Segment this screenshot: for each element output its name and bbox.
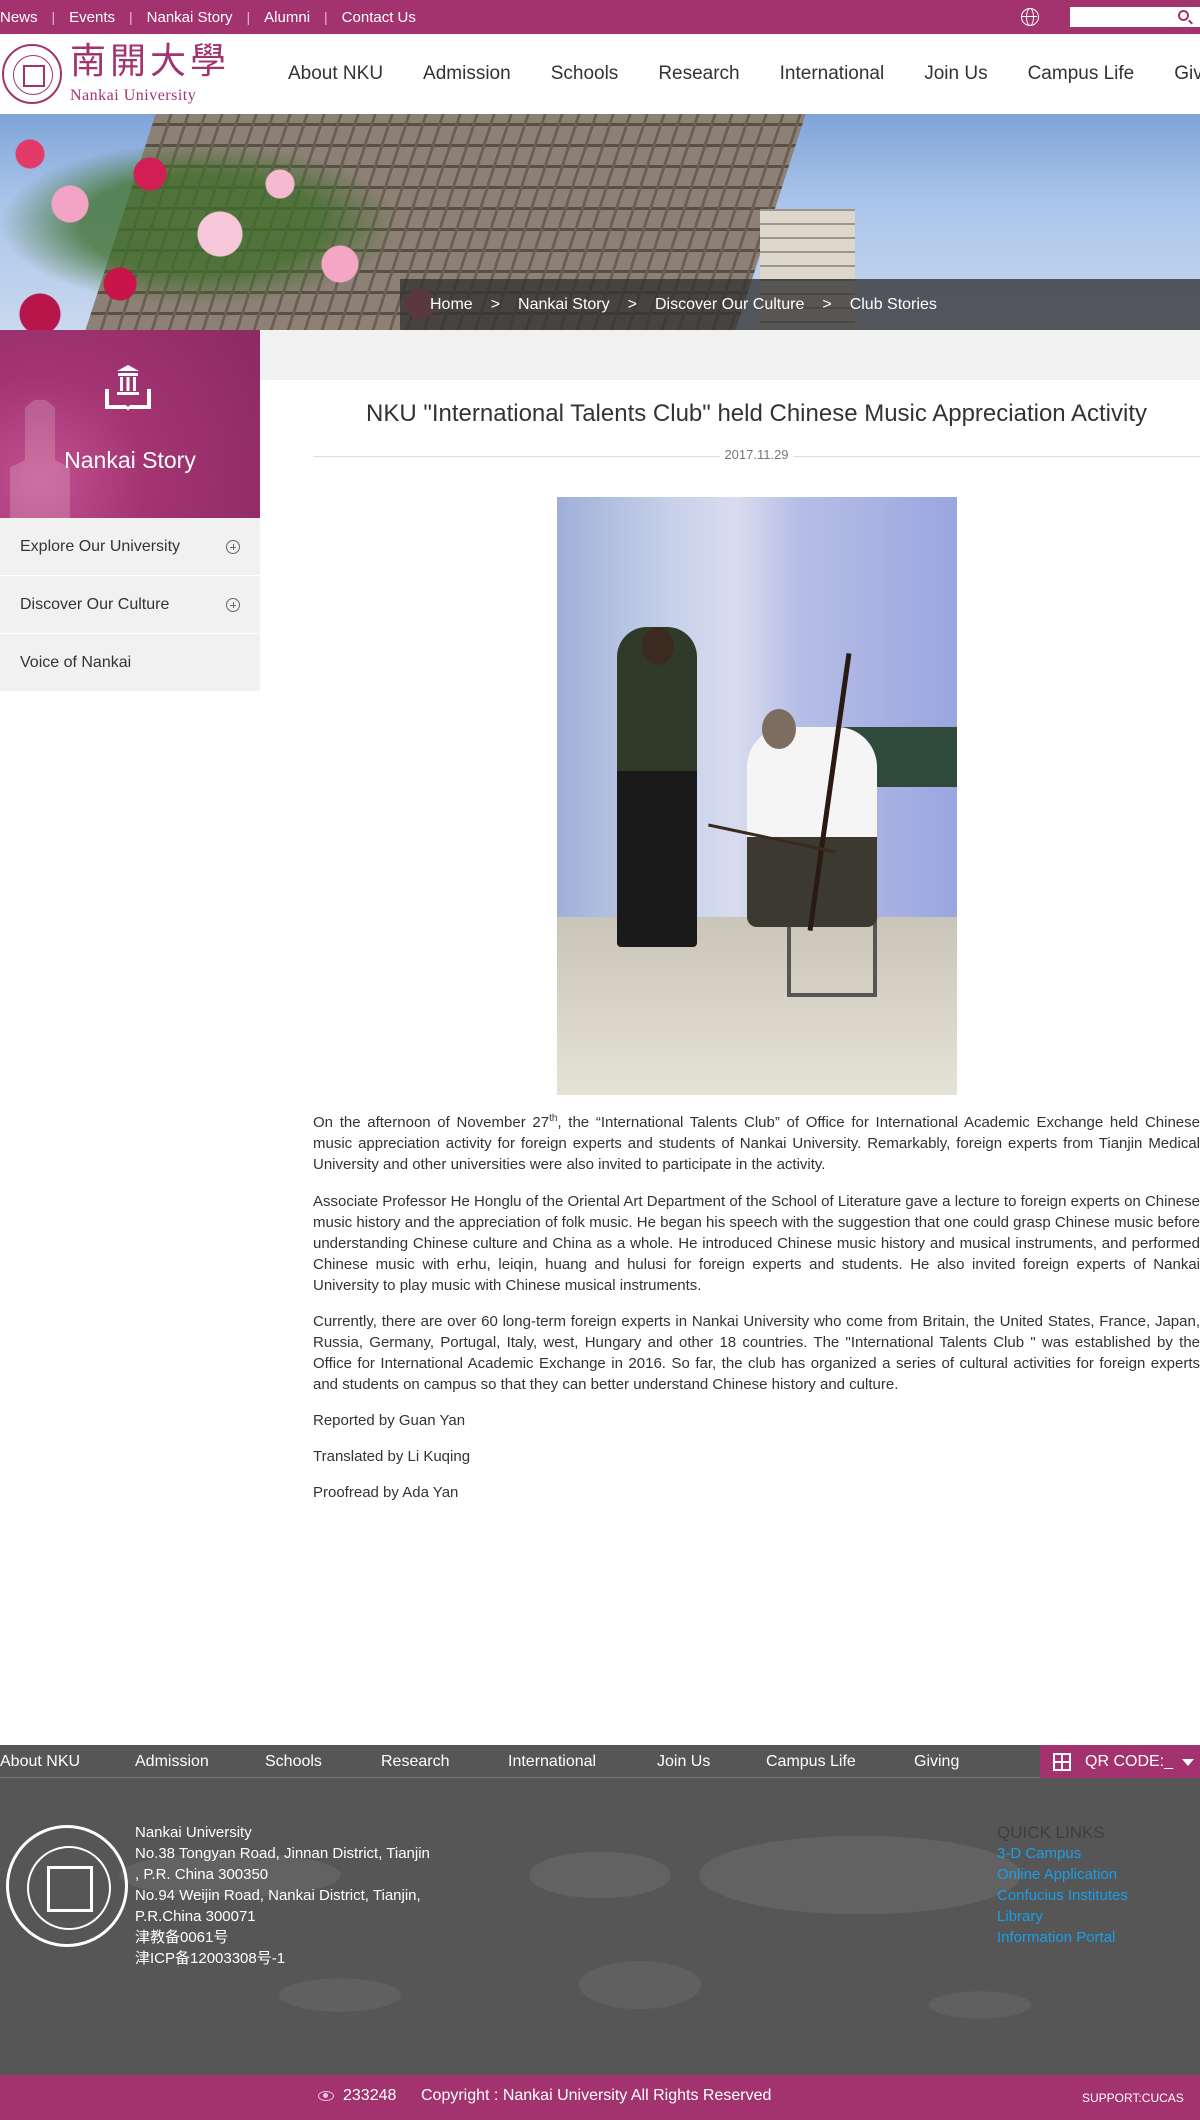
top-link-news[interactable]: News xyxy=(0,9,38,26)
footer-university-seal xyxy=(6,1825,128,1947)
article-paragraph-3: Currently, there are over 60 long-term f… xyxy=(313,1313,1200,1393)
footer-nav-schools[interactable]: Schools xyxy=(265,1753,322,1771)
quick-links-title: QUICK LINKS xyxy=(997,1823,1105,1842)
bottom-bar: 233248 Copyright : Nankai University All… xyxy=(0,2075,1200,2120)
header: 南開大學 Nankai University About NKU Admissi… xyxy=(0,34,1200,114)
nav-about-nku[interactable]: About NKU xyxy=(288,63,383,85)
sidebar-header: Nankai Story xyxy=(0,330,260,518)
breadcrumb-separator: > xyxy=(490,295,501,313)
article-paragraph-1: On the afternoon of November 27th, the “… xyxy=(313,1113,1200,1174)
breadcrumb-discover-our-culture[interactable]: Discover Our Culture xyxy=(655,296,804,314)
qr-code-dropdown[interactable]: QR CODE:_ xyxy=(1040,1745,1200,1778)
quick-link-library[interactable]: Library xyxy=(997,1906,1128,1927)
top-link-separator: | xyxy=(324,9,328,25)
quick-link-online-application[interactable]: Online Application xyxy=(997,1864,1128,1885)
sidebar-item-voice-of-nankai[interactable]: Voice of Nankai xyxy=(0,634,260,692)
nav-research[interactable]: Research xyxy=(658,63,739,85)
eye-icon xyxy=(318,2091,334,2101)
sidebar-item-discover-our-culture[interactable]: Discover Our Culture xyxy=(0,576,260,634)
support-link[interactable]: SUPPORT:CUCAS xyxy=(1082,2091,1184,2105)
breadcrumb-club-stories[interactable]: Club Stories xyxy=(850,296,937,314)
qr-code-label: QR CODE:_ xyxy=(1085,1753,1174,1770)
top-link-alumni[interactable]: Alumni xyxy=(264,9,310,26)
address-line[interactable]: 津教备0061号 xyxy=(135,1927,465,1948)
article-photo xyxy=(557,497,957,1095)
quick-link-3d-campus[interactable]: 3-D Campus xyxy=(997,1843,1128,1864)
top-link-contact-us[interactable]: Contact Us xyxy=(342,9,416,26)
address-line: P.R.China 300071 xyxy=(135,1908,256,1925)
footer-address: Nankai University No.38 Tongyan Road, Ji… xyxy=(135,1822,465,1969)
quick-link-confucius-institutes[interactable]: Confucius Institutes xyxy=(997,1885,1128,1906)
top-link-nankai-story[interactable]: Nankai Story xyxy=(147,9,233,26)
article-reported-by: Reported by Guan Yan xyxy=(313,1412,466,1429)
sidebar-nav: Explore Our University Discover Our Cult… xyxy=(0,518,260,692)
address-line: No.94 Weijin Road, Nankai District, Tian… xyxy=(135,1887,421,1904)
globe-icon[interactable] xyxy=(1021,8,1039,26)
footer-nav-join-us[interactable]: Join Us xyxy=(657,1753,710,1771)
breadcrumb-home[interactable]: Home xyxy=(430,296,473,314)
address-line: No.38 Tongyan Road, Jinnan District, Tia… xyxy=(135,1845,430,1862)
top-bar: News | Events | Nankai Story | Alumni | … xyxy=(0,0,1200,34)
breadcrumb: Home > Nankai Story > Discover Our Cultu… xyxy=(400,279,1200,330)
footer-nav-campus-life[interactable]: Campus Life xyxy=(766,1753,856,1771)
visit-counter: 233248 xyxy=(343,2087,397,2104)
sidebar-item-label: Explore Our University xyxy=(20,537,181,555)
expand-plus-icon[interactable] xyxy=(226,598,240,612)
footer-nav-research[interactable]: Research xyxy=(381,1753,449,1771)
logo-english-name[interactable]: Nankai University xyxy=(70,87,196,105)
breadcrumb-separator: > xyxy=(627,295,637,313)
quick-links: QUICK LINKS 3-D Campus Online Applicatio… xyxy=(997,1822,1128,1948)
article-date-row: 2017.11.29 xyxy=(313,446,1200,466)
article-proofread-by: Proofread by Ada Yan xyxy=(313,1484,459,1501)
top-link-separator: | xyxy=(129,9,133,25)
content-top-strip xyxy=(260,330,1200,380)
footer-nav: About NKU Admission Schools Research Int… xyxy=(0,1745,1200,1778)
quick-link-information-portal[interactable]: Information Portal xyxy=(997,1927,1128,1948)
sidebar-item-explore-our-university[interactable]: Explore Our University xyxy=(0,518,260,576)
article-title: NKU "International Talents Club" held Ch… xyxy=(366,400,1147,427)
sidebar-tower-graphic xyxy=(10,370,70,518)
sidebar-item-label: Discover Our Culture xyxy=(20,595,170,613)
footer-nav-admission[interactable]: Admission xyxy=(135,1753,209,1771)
copyright-text: Copyright : Nankai University All Rights… xyxy=(421,2087,772,2104)
footer-nav-international[interactable]: International xyxy=(508,1753,596,1771)
article-paragraph-2: Associate Professor He Honglu of the Ori… xyxy=(313,1193,1200,1294)
breadcrumb-nankai-story[interactable]: Nankai Story xyxy=(518,296,610,314)
address-line[interactable]: 津ICP备12003308号-1 xyxy=(135,1948,465,1969)
logo-chinese-name[interactable]: 南開大學 xyxy=(70,42,230,82)
address-line: Nankai University xyxy=(135,1824,252,1841)
article-date: 2017.11.29 xyxy=(720,447,793,462)
footer-nav-giving[interactable]: Giving xyxy=(914,1753,959,1771)
nav-international[interactable]: International xyxy=(780,63,885,85)
top-link-events[interactable]: Events xyxy=(69,9,115,26)
library-icon xyxy=(105,365,151,411)
main-nav: About NKU Admission Schools Research Int… xyxy=(288,34,1200,114)
search-icon[interactable] xyxy=(1178,10,1189,21)
nav-schools[interactable]: Schools xyxy=(551,63,619,85)
nav-admission[interactable]: Admission xyxy=(423,63,511,85)
expand-plus-icon[interactable] xyxy=(226,540,240,554)
caret-down-icon xyxy=(1182,1759,1194,1766)
university-seal-logo[interactable] xyxy=(2,44,62,104)
article-translated-by: Translated by Li Kuqing xyxy=(313,1448,471,1465)
address-line: , P.R. China 300350 xyxy=(135,1866,269,1883)
footer-nav-about-nku[interactable]: About NKU xyxy=(0,1753,80,1771)
qr-code-icon xyxy=(1053,1753,1071,1771)
sidebar-item-label: Voice of Nankai xyxy=(20,653,132,671)
top-link-separator: | xyxy=(246,9,251,25)
top-link-separator: | xyxy=(51,9,56,25)
top-links: News | Events | Nankai Story | Alumni | … xyxy=(0,0,416,34)
nav-giving[interactable]: Giving xyxy=(1174,63,1200,85)
sidebar-title: Nankai Story xyxy=(64,447,196,473)
nav-campus-life[interactable]: Campus Life xyxy=(1028,63,1135,85)
breadcrumb-separator: > xyxy=(822,295,832,313)
footer: About NKU Admission Schools Research Int… xyxy=(0,1745,1200,2075)
nav-join-us[interactable]: Join Us xyxy=(924,63,987,85)
